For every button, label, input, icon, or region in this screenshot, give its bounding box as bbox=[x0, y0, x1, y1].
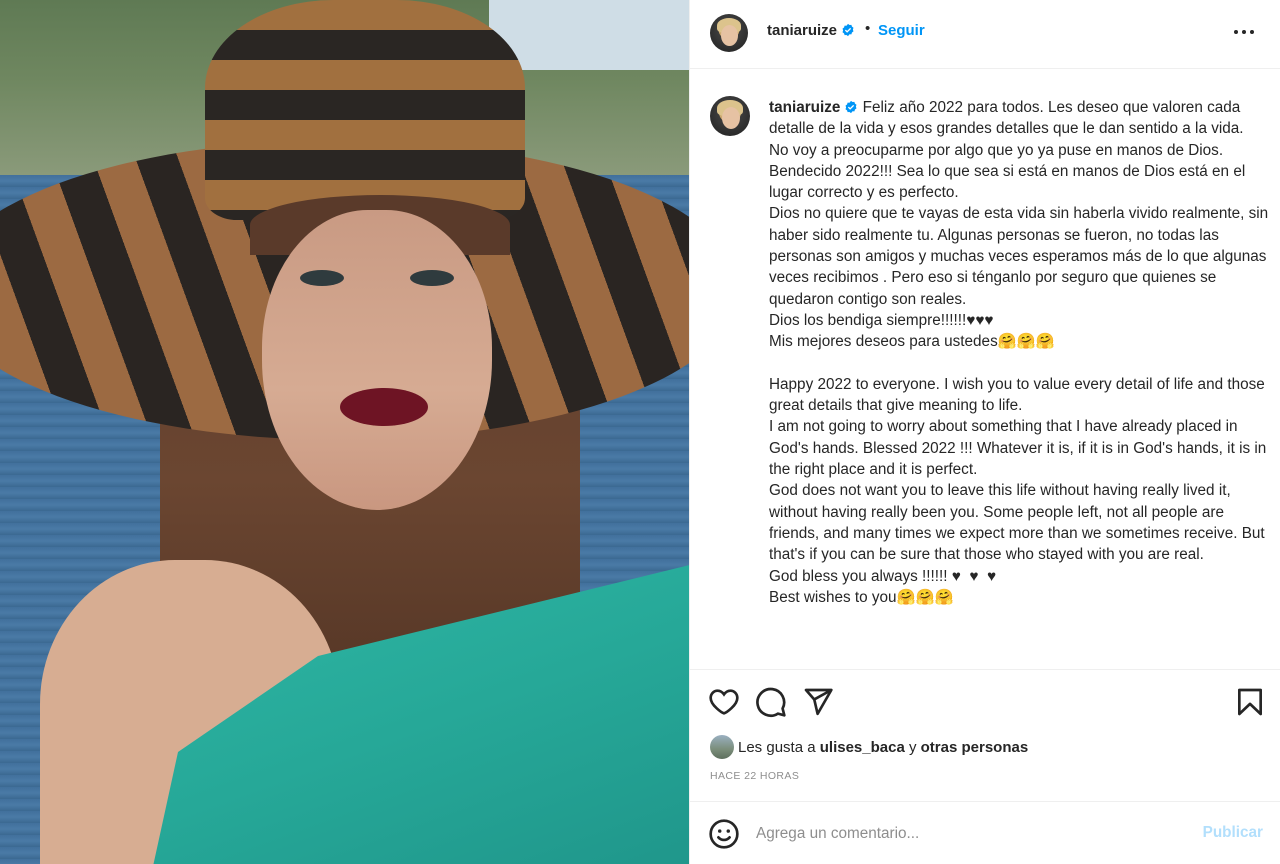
likes-mid: y bbox=[908, 738, 917, 756]
post-image[interactable] bbox=[0, 0, 689, 864]
verified-badge-icon bbox=[845, 100, 857, 114]
caption-username[interactable]: taniaruize bbox=[769, 99, 840, 116]
likes-summary: Les gusta a ulises_baca y otras personas bbox=[710, 734, 1028, 760]
publish-button[interactable]: Publicar bbox=[1203, 824, 1263, 842]
separator-dot: • bbox=[865, 20, 871, 37]
likes-prefix: Les gusta a bbox=[738, 738, 816, 756]
post-actions: Les gusta a ulises_baca y otras personas… bbox=[690, 669, 1280, 864]
author-avatar[interactable] bbox=[710, 14, 748, 52]
follow-button[interactable]: Seguir bbox=[878, 22, 925, 39]
caption-text-block: taniaruize Feliz año 2022 para todos. Le… bbox=[769, 97, 1269, 608]
photo-face bbox=[262, 210, 492, 510]
comment-icon[interactable] bbox=[755, 686, 787, 718]
verified-badge-icon bbox=[842, 23, 854, 37]
comment-input[interactable] bbox=[756, 820, 1176, 848]
photo-lips bbox=[340, 388, 428, 426]
caption-body: Feliz año 2022 para todos. Les deseo que… bbox=[769, 99, 1269, 606]
photo-eye-right bbox=[410, 270, 454, 286]
likes-others-link[interactable]: otras personas bbox=[921, 739, 1029, 756]
emoji-icon[interactable] bbox=[708, 818, 740, 850]
post-header: taniaruize • Seguir bbox=[690, 0, 1280, 69]
post-caption: taniaruize Feliz año 2022 para todos. Le… bbox=[690, 69, 1280, 669]
more-options-icon[interactable] bbox=[1231, 16, 1261, 46]
caption-author-avatar[interactable] bbox=[710, 96, 750, 136]
avatar-face bbox=[721, 24, 739, 46]
photo-hat-crown bbox=[205, 0, 525, 220]
comment-bar: Publicar bbox=[690, 801, 1280, 864]
post-timestamp[interactable]: HACE 22 HORAS bbox=[710, 770, 799, 782]
liker-avatar[interactable] bbox=[710, 735, 734, 759]
send-icon[interactable] bbox=[802, 686, 834, 718]
post-side-panel: taniaruize • Seguir taniaruize Feliz año… bbox=[689, 0, 1280, 864]
liker-username[interactable]: ulises_baca bbox=[820, 739, 905, 756]
background-buildings bbox=[489, 0, 689, 70]
avatar-face bbox=[722, 107, 740, 130]
author-username-row: taniaruize bbox=[767, 22, 855, 39]
photo-eye-left bbox=[300, 270, 344, 286]
bookmark-icon[interactable] bbox=[1234, 686, 1266, 718]
author-username[interactable]: taniaruize bbox=[767, 22, 837, 39]
heart-icon[interactable] bbox=[708, 686, 740, 718]
